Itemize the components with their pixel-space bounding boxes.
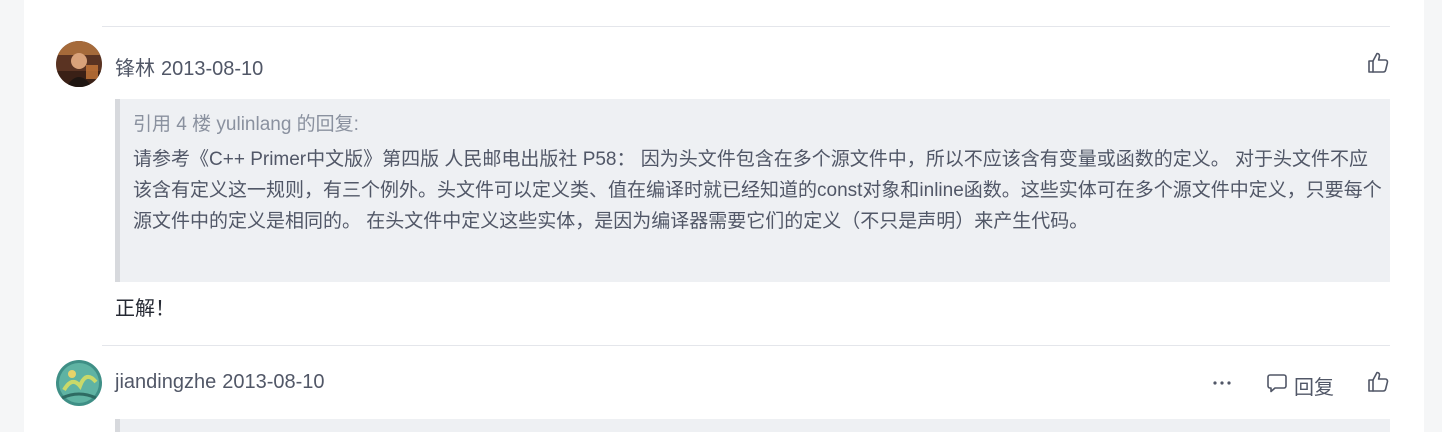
- comment-meta: 锋林 2013-08-10: [115, 52, 263, 81]
- author-name[interactable]: jiandingzhe: [115, 371, 216, 393]
- author-name[interactable]: 锋林: [115, 58, 155, 80]
- comment-divider: [102, 26, 1390, 27]
- user-avatar-photo: [56, 41, 102, 87]
- thumbs-up-icon[interactable]: [1366, 51, 1390, 80]
- comment-date: 2013-08-10: [161, 58, 264, 80]
- quote-body: 请参考《C++ Primer中文版》第四版 人民邮电出版社 P58： 因为头文件…: [133, 149, 1382, 232]
- comment-icon[interactable]: [1266, 372, 1288, 399]
- quote-header: 引用 4 楼 yulinlang 的回复:: [133, 114, 359, 135]
- comment-date: 2013-08-10: [222, 371, 325, 393]
- comment-text: 正解！: [115, 298, 175, 320]
- comment-divider: [102, 345, 1390, 346]
- more-icon[interactable]: [1212, 375, 1232, 396]
- avatar[interactable]: [56, 360, 102, 406]
- thumbs-up-icon[interactable]: [1366, 370, 1390, 399]
- comment-meta: jiandingzhe 2013-08-10: [115, 371, 325, 394]
- reply-button[interactable]: 回复: [1294, 371, 1334, 400]
- user-avatar-image: [56, 360, 102, 406]
- quoted-reply: [115, 419, 1390, 432]
- avatar[interactable]: [56, 41, 102, 87]
- quoted-reply: 引用 4 楼 yulinlang 的回复: 请参考《C++ Primer中文版》…: [115, 99, 1390, 282]
